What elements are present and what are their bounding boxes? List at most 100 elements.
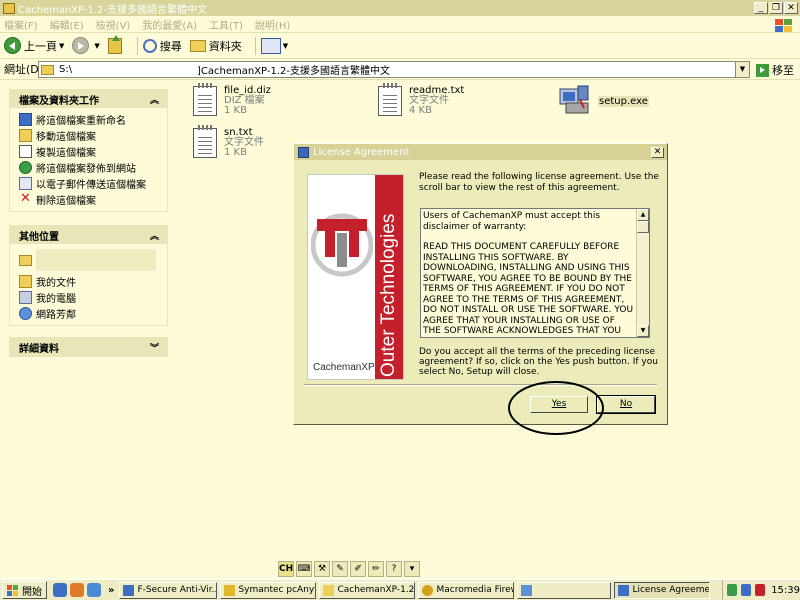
task-delete[interactable]: ✕ 刪除這個檔案 — [10, 191, 167, 207]
other-places-header[interactable]: 其他位置 ︽ — [10, 226, 167, 244]
keyboard-icon[interactable]: ⌨ — [296, 561, 312, 577]
go-arrow-icon — [756, 63, 769, 77]
scroll-thumb[interactable] — [637, 221, 649, 233]
brush-icon[interactable]: ✏ — [368, 561, 384, 577]
installer-icon — [298, 146, 309, 158]
menu-tools[interactable]: 工具(T) — [209, 17, 243, 32]
windows-logo-icon — [772, 17, 794, 33]
file-tasks-panel: 檔案及資料夾工作 ︽ 將這個檔案重新命名 移動這個檔案 複製這個檔案 將這個檔案… — [9, 89, 168, 212]
task-symantec[interactable]: Symantec pcAnyw... — [220, 581, 317, 599]
desktop-icon[interactable] — [87, 583, 101, 597]
minimize-button[interactable]: _ — [754, 2, 768, 14]
window-titlebar[interactable]: CachemanXP-1.2-支援多國語言繁體中文 _ ❐ ✕ — [0, 0, 800, 16]
file-size: 1 KB — [224, 147, 247, 158]
menu-edit[interactable]: 編輯(E) — [50, 17, 84, 32]
toolbar-separator — [136, 36, 138, 55]
back-arrow-icon — [4, 37, 21, 54]
menu-favorites[interactable]: 我的最愛(A) — [142, 17, 197, 32]
other-places-title: 其他位置 — [19, 231, 59, 243]
go-button[interactable]: 移至 — [756, 62, 794, 78]
task-rename[interactable]: 將這個檔案重新命名 — [10, 111, 167, 127]
task-fsecure[interactable]: F-Secure Anti-Vir... — [119, 581, 218, 599]
menu-view[interactable]: 檢視(V) — [96, 17, 131, 32]
security-tray-icon[interactable] — [741, 584, 752, 596]
task-rename-label: 將這個檔案重新命名 — [36, 115, 126, 127]
license-scrollbar[interactable]: ▲ ▼ — [636, 209, 649, 337]
task-move[interactable]: 移動這個檔案 — [10, 127, 167, 143]
folders-button[interactable]: 資料夾 — [189, 38, 242, 54]
search-button[interactable]: 搜尋 — [142, 38, 182, 54]
yes-button[interactable]: Yes — [530, 396, 588, 413]
fsecure-icon — [123, 584, 135, 596]
collapse-chevron-icon[interactable]: ︽ — [150, 229, 159, 242]
place-network[interactable]: 網路芳鄰 — [10, 305, 167, 321]
no-button[interactable]: No — [596, 395, 656, 414]
file-tasks-header[interactable]: 檔案及資料夾工作 ︽ — [10, 90, 167, 108]
task-unnamed[interactable] — [517, 581, 612, 599]
tools-icon[interactable]: ⚒ — [314, 561, 330, 577]
address-bar: 網址(D) S:\ ]CachemanXP-1.2-支援多國語言繁體中文 ▼ 移… — [0, 59, 800, 80]
language-indicator[interactable]: CH — [278, 561, 294, 577]
my-documents-icon — [19, 274, 32, 288]
place-parent-folder[interactable] — [10, 247, 167, 273]
task-publish[interactable]: 將這個檔案發佈到網站 — [10, 159, 167, 175]
close-button[interactable]: ✕ — [784, 2, 798, 14]
task-cachemanxp-folder[interactable]: CachemanXP-1.2-... — [319, 581, 416, 599]
file-item-sn-txt[interactable]: sn.txt 文字文件 1 KB — [193, 125, 264, 158]
start-button[interactable]: 開始 — [2, 581, 47, 599]
expand-chevron-icon[interactable]: ︾ — [150, 341, 159, 354]
details-title: 詳細資料 — [19, 343, 59, 355]
task-license-agreement[interactable]: License Agreement — [614, 581, 711, 599]
chevron-down-icon: ▼ — [59, 41, 65, 50]
file-item-setup-exe[interactable]: setup.exe — [558, 84, 649, 116]
file-item-readme-txt[interactable]: readme.txt 文字文件 4 KB — [378, 83, 464, 116]
back-button[interactable]: 上一頁 ▼ — [4, 37, 64, 54]
go-label: 移至 — [772, 64, 794, 77]
folder-icon — [189, 39, 206, 52]
move-icon — [19, 128, 32, 142]
antivirus-tray-icon[interactable] — [755, 584, 766, 596]
quicklaunch-more-icon[interactable]: » — [108, 585, 114, 596]
start-label: 開始 — [22, 586, 42, 598]
forward-button[interactable]: ▼ — [72, 37, 100, 54]
scroll-up-button[interactable]: ▲ — [637, 209, 649, 221]
back-label: 上一頁 — [24, 39, 57, 53]
file-item-file-id-diz[interactable]: file_id.diz DIZ 檔案 1 KB — [193, 83, 271, 116]
views-button[interactable]: ▼ — [260, 37, 288, 54]
menu-file[interactable]: 檔案(F) — [4, 17, 38, 32]
license-paragraph: READ THIS DOCUMENT CAREFULLY BEFORE INST… — [423, 242, 634, 337]
pen-icon[interactable]: ✎ — [332, 561, 348, 577]
place-my-computer[interactable]: 我的電腦 — [10, 289, 167, 305]
media-icon[interactable] — [70, 583, 84, 597]
help-icon[interactable]: ? — [386, 561, 402, 577]
up-folder-button[interactable] — [107, 34, 124, 54]
network-tray-icon[interactable] — [727, 584, 738, 596]
task-email[interactable]: 以電子郵件傳送這個檔案 — [10, 175, 167, 191]
menu-help[interactable]: 說明(H) — [255, 17, 290, 32]
task-macromedia[interactable]: Macromedia Firew... — [418, 581, 515, 599]
email-icon — [19, 176, 32, 190]
logo-vertical-text: Outer Technologies — [378, 213, 399, 377]
scroll-down-button[interactable]: ▼ — [637, 325, 649, 337]
window-icon — [521, 584, 533, 596]
task-copy[interactable]: 複製這個檔案 — [10, 143, 167, 159]
address-dropdown-button[interactable]: ▼ — [735, 62, 749, 77]
address-input[interactable]: S:\ ]CachemanXP-1.2-支援多國語言繁體中文 ▼ — [38, 61, 750, 78]
dialog-titlebar[interactable]: License Agreement ✕ — [294, 144, 667, 160]
dialog-close-button[interactable]: ✕ — [651, 146, 664, 158]
edit-icon[interactable]: ✐ — [350, 561, 366, 577]
task-label: CachemanXP-1.2-... — [337, 585, 415, 595]
ie-icon[interactable] — [53, 583, 67, 597]
license-textarea[interactable]: Users of CachemanXP must accept this dis… — [420, 208, 650, 338]
yes-label: Yes — [551, 399, 567, 409]
details-header[interactable]: 詳細資料 ︾ — [10, 338, 167, 356]
logo-mark-icon — [311, 213, 373, 277]
options-icon[interactable]: ▾ — [404, 561, 420, 577]
folders-label: 資料夾 — [208, 39, 242, 53]
place-my-documents[interactable]: 我的文件 — [10, 273, 167, 289]
copy-icon — [19, 144, 32, 158]
collapse-chevron-icon[interactable]: ︽ — [150, 93, 159, 106]
forward-arrow-icon — [72, 37, 90, 54]
text-document-icon — [378, 83, 402, 116]
restore-button[interactable]: ❐ — [769, 2, 783, 14]
